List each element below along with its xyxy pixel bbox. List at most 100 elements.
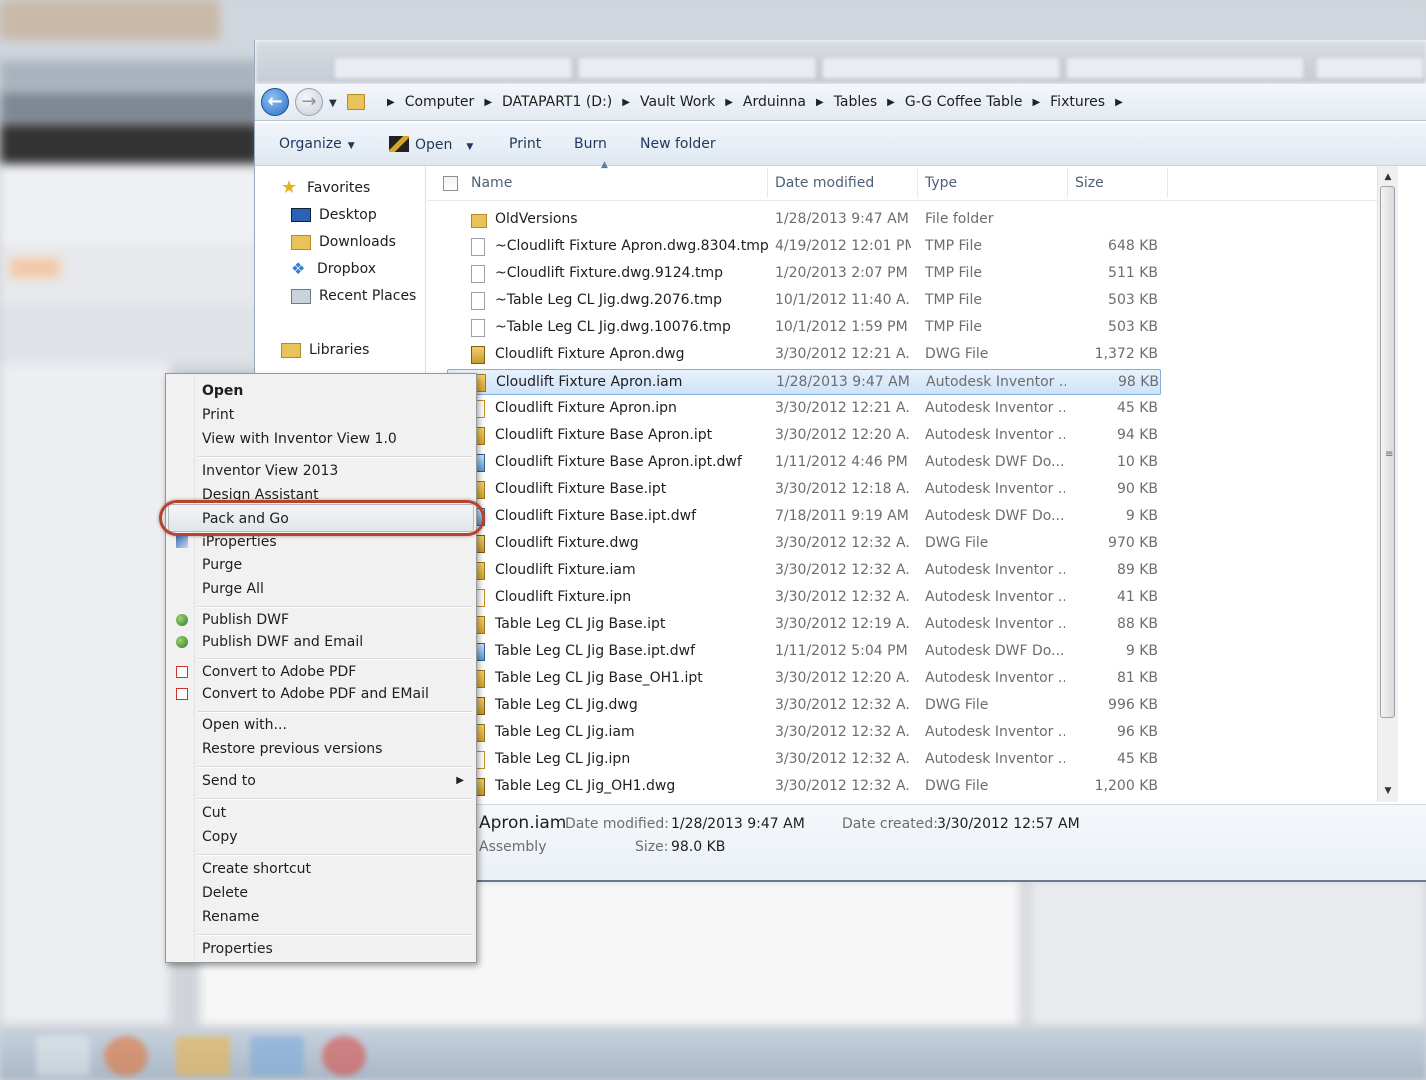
- file-row[interactable]: Cloudlift Fixture Base Apron.ipt.dwf 1/11…: [447, 450, 1161, 476]
- pdf-email-icon: [176, 688, 188, 700]
- file-type: TMP File: [925, 292, 982, 308]
- crumb-computer[interactable]: Computer: [405, 94, 475, 110]
- menu-iproperties[interactable]: iProperties: [202, 534, 277, 550]
- chevron-right-icon[interactable]: ▶: [1115, 97, 1123, 108]
- file-row[interactable]: ~Cloudlift Fixture.dwg.9124.tmp 1/20/2013…: [447, 261, 1161, 287]
- chevron-right-icon[interactable]: ▶: [622, 97, 630, 108]
- star-icon: ★: [281, 177, 298, 198]
- scroll-up-arrow-icon[interactable]: ▲: [1378, 168, 1398, 186]
- open-label: Open: [415, 137, 453, 153]
- nav-libraries[interactable]: Libraries: [281, 342, 369, 358]
- file-row[interactable]: OldVersions 1/28/2013 9:47 AM File folder: [447, 207, 1161, 233]
- chevron-right-icon[interactable]: ▶: [887, 97, 895, 108]
- file-row[interactable]: Cloudlift Fixture.iam 3/30/2012 12:32 A..…: [447, 558, 1161, 584]
- file-row[interactable]: Cloudlift Fixture Base Apron.ipt 3/30/201…: [447, 423, 1161, 449]
- crumb-arduinna[interactable]: Arduinna: [743, 94, 806, 110]
- nav-dropbox[interactable]: ❖ Dropbox: [291, 261, 376, 278]
- menu-copy[interactable]: Copy: [202, 829, 238, 845]
- column-size[interactable]: Size: [1075, 175, 1104, 191]
- menu-send-to[interactable]: Send to: [202, 773, 256, 789]
- menu-properties[interactable]: Properties: [202, 941, 273, 957]
- menu-delete[interactable]: Delete: [202, 885, 248, 901]
- menu-print[interactable]: Print: [202, 407, 234, 423]
- file-type: Autodesk Inventor ...: [925, 562, 1065, 578]
- crumb-coffee-table[interactable]: G-G Coffee Table: [905, 94, 1023, 110]
- burn-button[interactable]: Burn: [574, 136, 607, 152]
- menu-view-with-inventor[interactable]: View with Inventor View 1.0: [202, 431, 397, 447]
- crumb-fixtures[interactable]: Fixtures: [1050, 94, 1105, 110]
- file-row[interactable]: Cloudlift Fixture Apron.dwg 3/30/2012 12:…: [447, 342, 1161, 368]
- crumb-tables[interactable]: Tables: [834, 94, 878, 110]
- file-row[interactable]: Table Leg CL Jig Base.ipt 3/30/2012 12:19…: [447, 612, 1161, 638]
- file-size: 1,200 KB: [1094, 778, 1158, 794]
- chevron-right-icon[interactable]: ▶: [725, 97, 733, 108]
- nav-downloads[interactable]: Downloads: [291, 234, 396, 250]
- nav-desktop[interactable]: Desktop: [291, 207, 377, 223]
- scroll-thumb[interactable]: ≡: [1380, 186, 1395, 718]
- recent-pages-dropdown-icon[interactable]: ▼: [329, 98, 337, 109]
- menu-open[interactable]: Open: [202, 383, 243, 399]
- file-row[interactable]: Table Leg CL Jig.ipn 3/30/2012 12:32 A...…: [447, 747, 1161, 773]
- file-row[interactable]: Cloudlift Fixture Base.ipt 3/30/2012 12:1…: [447, 477, 1161, 503]
- file-row[interactable]: Table Leg CL Jig Base_OH1.ipt 3/30/2012 1…: [447, 666, 1161, 692]
- menu-open-with[interactable]: Open with...: [202, 717, 287, 733]
- file-row[interactable]: ~Table Leg CL Jig.dwg.2076.tmp 10/1/2012 …: [447, 288, 1161, 314]
- file-list: Name ▲ Date modified Type Size OldVersio…: [427, 160, 1377, 802]
- file-name: ~Cloudlift Fixture.dwg.9124.tmp: [495, 265, 723, 281]
- file-row[interactable]: Table Leg CL Jig.iam 3/30/2012 12:32 A...…: [447, 720, 1161, 746]
- select-all-checkbox[interactable]: [443, 176, 458, 191]
- back-button[interactable]: ←: [261, 88, 289, 116]
- file-row[interactable]: ~Cloudlift Fixture Apron.dwg.8304.tmp 4/1…: [447, 234, 1161, 260]
- menu-convert-pdf[interactable]: Convert to Adobe PDF: [202, 664, 356, 680]
- nav-recent-places[interactable]: Recent Places: [291, 288, 416, 304]
- open-button[interactable]: Open ▼: [389, 136, 473, 153]
- chevron-down-icon[interactable]: ▼: [466, 142, 473, 152]
- print-button[interactable]: Print: [509, 136, 541, 152]
- menu-convert-pdf-email[interactable]: Convert to Adobe PDF and EMail: [202, 686, 429, 702]
- new-folder-button[interactable]: New folder: [640, 136, 716, 152]
- chevron-right-icon[interactable]: ▶: [484, 97, 492, 108]
- menu-rename[interactable]: Rename: [202, 909, 259, 925]
- column-type[interactable]: Type: [925, 175, 957, 191]
- file-row[interactable]: Cloudlift Fixture.ipn 3/30/2012 12:32 A..…: [447, 585, 1161, 611]
- chevron-right-icon[interactable]: ▶: [1032, 97, 1040, 108]
- file-row[interactable]: ~Table Leg CL Jig.dwg.10076.tmp 10/1/2012…: [447, 315, 1161, 341]
- chevron-right-icon[interactable]: ▶: [387, 97, 395, 108]
- scroll-down-arrow-icon[interactable]: ▼: [1378, 782, 1398, 800]
- vertical-scrollbar[interactable]: ▲ ≡ ▼: [1377, 166, 1398, 802]
- file-row[interactable]: Table Leg CL Jig Base.ipt.dwf 1/11/2012 5…: [447, 639, 1161, 665]
- menu-purge[interactable]: Purge: [202, 557, 242, 573]
- column-date-modified[interactable]: Date modified: [775, 175, 874, 191]
- file-name: Table Leg CL Jig_OH1.dwg: [495, 778, 676, 794]
- file-type: Autodesk Inventor ...: [925, 670, 1065, 686]
- file-row[interactable]: Cloudlift Fixture Apron.iam 1/28/2013 9:4…: [447, 369, 1161, 395]
- menu-purge-all[interactable]: Purge All: [202, 581, 264, 597]
- menu-create-shortcut[interactable]: Create shortcut: [202, 861, 311, 877]
- crumb-vault-work[interactable]: Vault Work: [640, 94, 715, 110]
- menu-cut[interactable]: Cut: [202, 805, 226, 821]
- forward-button[interactable]: →: [295, 88, 323, 116]
- file-row[interactable]: Table Leg CL Jig_OH1.dwg 3/30/2012 12:32 …: [447, 774, 1161, 800]
- crumb-datapart1[interactable]: DATAPART1 (D:): [502, 94, 612, 110]
- menu-publish-dwf-email[interactable]: Publish DWF and Email: [202, 634, 363, 650]
- column-header-row: Name ▲ Date modified Type Size: [427, 160, 1377, 201]
- details-file-kind: Assembly: [479, 839, 547, 855]
- file-icon: [471, 292, 485, 310]
- column-name[interactable]: Name: [471, 175, 512, 191]
- file-date-modified: 1/11/2012 5:04 PM: [775, 643, 908, 659]
- details-file-name: Apron.iam: [479, 813, 567, 833]
- nav-favorites[interactable]: ★ Favorites: [281, 177, 370, 198]
- details-date-modified-value: 1/28/2013 9:47 AM: [671, 816, 805, 832]
- file-row[interactable]: Cloudlift Fixture.dwg 3/30/2012 12:32 A..…: [447, 531, 1161, 557]
- menu-publish-dwf[interactable]: Publish DWF: [202, 612, 289, 628]
- menu-inventor-view-2013[interactable]: Inventor View 2013: [202, 463, 338, 479]
- menu-restore-versions[interactable]: Restore previous versions: [202, 741, 382, 757]
- file-name: Cloudlift Fixture.dwg: [495, 535, 639, 551]
- file-type: DWG File: [925, 697, 989, 713]
- organize-button[interactable]: Organize ▼: [279, 136, 355, 152]
- file-date-modified: 3/30/2012 12:20 A...: [775, 427, 911, 443]
- file-row[interactable]: Cloudlift Fixture Base.ipt.dwf 7/18/2011 …: [447, 504, 1161, 530]
- chevron-right-icon[interactable]: ▶: [816, 97, 824, 108]
- file-row[interactable]: Table Leg CL Jig.dwg 3/30/2012 12:32 A...…: [447, 693, 1161, 719]
- file-row[interactable]: Cloudlift Fixture Apron.ipn 3/30/2012 12:…: [447, 396, 1161, 422]
